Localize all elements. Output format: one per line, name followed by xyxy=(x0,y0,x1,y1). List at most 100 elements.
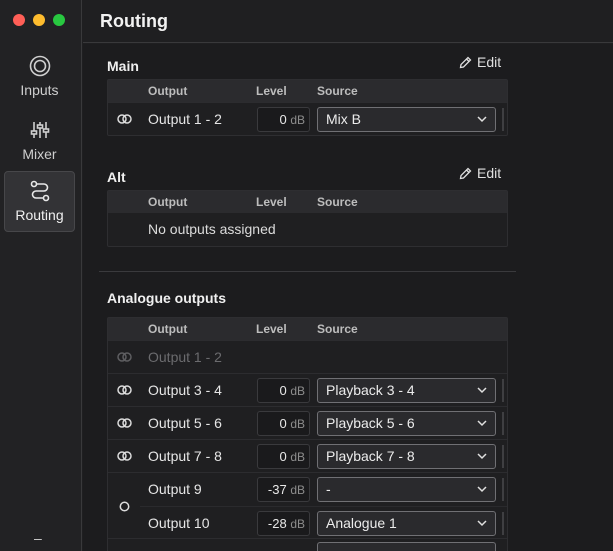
column-header-output: Output xyxy=(148,322,188,336)
source-select[interactable] xyxy=(317,542,496,551)
output-name: Output 1 - 2 xyxy=(148,349,222,365)
level-field[interactable]: -37 dB xyxy=(257,477,310,502)
level-unit: dB xyxy=(290,417,305,431)
alt-outputs-table: Output Level Source No outputs assigned xyxy=(107,190,508,247)
meter-bar xyxy=(502,478,504,501)
pencil-icon xyxy=(459,167,472,179)
level-unit: dB xyxy=(290,384,305,398)
table-header: Output Level Source xyxy=(108,318,507,340)
source-select[interactable]: Playback 5 - 6 xyxy=(317,411,496,436)
level-field[interactable]: 0 dB xyxy=(257,107,310,132)
nav-item-routing[interactable]: Routing xyxy=(4,171,75,232)
stereo-link-icon[interactable] xyxy=(117,383,132,401)
output-name: Output 3 - 4 xyxy=(148,382,222,398)
source-select[interactable]: Playback 3 - 4 xyxy=(317,378,496,403)
minimize-window-button[interactable] xyxy=(33,14,45,26)
mixer-icon xyxy=(4,117,75,143)
stereo-link-icon[interactable] xyxy=(117,112,132,130)
stereo-link-icon[interactable] xyxy=(117,350,132,368)
zoom-window-button[interactable] xyxy=(53,14,65,26)
column-header-output: Output xyxy=(148,84,188,98)
level-value: 0 xyxy=(279,383,287,398)
table-row: Output 10 -28 dB Analogue 1 xyxy=(140,506,507,539)
output-name: Output 10 xyxy=(148,515,210,531)
meter-bar xyxy=(502,379,504,402)
alt-edit-button[interactable]: Edit xyxy=(459,165,501,181)
column-header-source: Source xyxy=(317,84,358,98)
column-header-source: Source xyxy=(317,195,358,209)
mono-output-group: Output 9 -37 dB - Output 10 -28 dB Analo… xyxy=(108,472,507,538)
level-value: -37 xyxy=(267,482,287,497)
pencil-icon xyxy=(459,56,472,68)
table-row: Output 3 - 4 0 dB Playback 3 - 4 xyxy=(108,373,507,406)
source-select[interactable]: Mix B xyxy=(317,107,496,132)
output-name: Output 9 xyxy=(148,481,202,497)
nav-item-inputs[interactable]: Inputs xyxy=(4,47,75,108)
section-divider xyxy=(99,271,516,272)
source-value: Mix B xyxy=(326,111,361,127)
chevron-down-icon xyxy=(477,420,487,427)
edit-label: Edit xyxy=(477,54,502,70)
column-header-level: Level xyxy=(256,322,287,336)
meter-bar xyxy=(502,108,504,131)
table-row: Output 1 - 2 xyxy=(108,340,507,373)
source-value: Analogue 1 xyxy=(326,515,397,531)
level-value: 0 xyxy=(279,112,287,127)
level-field[interactable]: -28 dB xyxy=(257,511,310,536)
empty-row: No outputs assigned xyxy=(108,213,507,246)
level-unit: dB xyxy=(290,113,305,127)
source-value: Playback 7 - 8 xyxy=(326,448,415,464)
chevron-down-icon xyxy=(477,387,487,394)
stereo-link-icon[interactable] xyxy=(117,449,132,467)
table-header: Output Level Source xyxy=(108,191,507,213)
main-outputs-table: Output Level Source Output 1 - 2 0 dB Mi… xyxy=(107,79,508,136)
level-unit: dB xyxy=(290,483,305,497)
main-content: Main Edit Output Level Source Output 1 -… xyxy=(83,44,613,551)
nav-item-mixer[interactable]: Mixer xyxy=(4,111,75,172)
nav-item-label: Inputs xyxy=(20,82,59,98)
table-row: Output 7 - 8 0 dB Playback 7 - 8 xyxy=(108,439,507,472)
header: Routing xyxy=(83,0,613,43)
output-name: Output 1 - 2 xyxy=(148,111,222,127)
output-name: Output 7 - 8 xyxy=(148,448,222,464)
nav-item-label: Mixer xyxy=(22,146,57,162)
main-section-title: Main xyxy=(107,58,139,74)
chevron-down-icon xyxy=(477,116,487,123)
meter-bar xyxy=(502,412,504,435)
level-value: 0 xyxy=(279,449,287,464)
nav-item-label: Routing xyxy=(15,207,64,223)
table-row: Output 5 - 6 0 dB Playback 5 - 6 xyxy=(108,406,507,439)
meter-bar xyxy=(502,445,504,468)
column-header-level: Level xyxy=(256,195,287,209)
source-select[interactable]: Analogue 1 xyxy=(317,511,496,536)
routing-icon xyxy=(5,178,74,204)
sidebar-collapse-button[interactable]: – xyxy=(34,530,42,546)
source-select[interactable]: Playback 7 - 8 xyxy=(317,444,496,469)
table-row: Output 9 -37 dB - xyxy=(108,473,507,506)
sidebar: Inputs Mixer Routing – xyxy=(0,0,82,551)
column-header-output: Output xyxy=(148,195,188,209)
close-window-button[interactable] xyxy=(13,14,25,26)
chevron-down-icon xyxy=(477,486,487,493)
output-name: Output 5 - 6 xyxy=(148,415,222,431)
level-value: -28 xyxy=(267,516,287,531)
source-value: - xyxy=(326,481,331,497)
chevron-down-icon xyxy=(477,453,487,460)
level-field[interactable]: 0 dB xyxy=(257,411,310,436)
column-header-level: Level xyxy=(256,84,287,98)
stereo-link-icon[interactable] xyxy=(117,416,132,434)
main-edit-button[interactable]: Edit xyxy=(459,54,501,70)
level-field[interactable]: 0 dB xyxy=(257,378,310,403)
alt-section-title: Alt xyxy=(107,169,126,185)
analogue-outputs-table: Output Level Source Output 1 - 2 Output … xyxy=(107,317,508,551)
column-header-source: Source xyxy=(317,322,358,336)
chevron-down-icon xyxy=(477,520,487,527)
table-row xyxy=(108,538,507,551)
empty-message: No outputs assigned xyxy=(148,221,276,237)
source-select[interactable]: - xyxy=(317,477,496,502)
table-row: Output 1 - 2 0 dB Mix B xyxy=(108,102,507,135)
level-field[interactable]: 0 dB xyxy=(257,444,310,469)
page-title: Routing xyxy=(100,11,168,31)
level-unit: dB xyxy=(290,450,305,464)
inputs-icon xyxy=(4,53,75,79)
